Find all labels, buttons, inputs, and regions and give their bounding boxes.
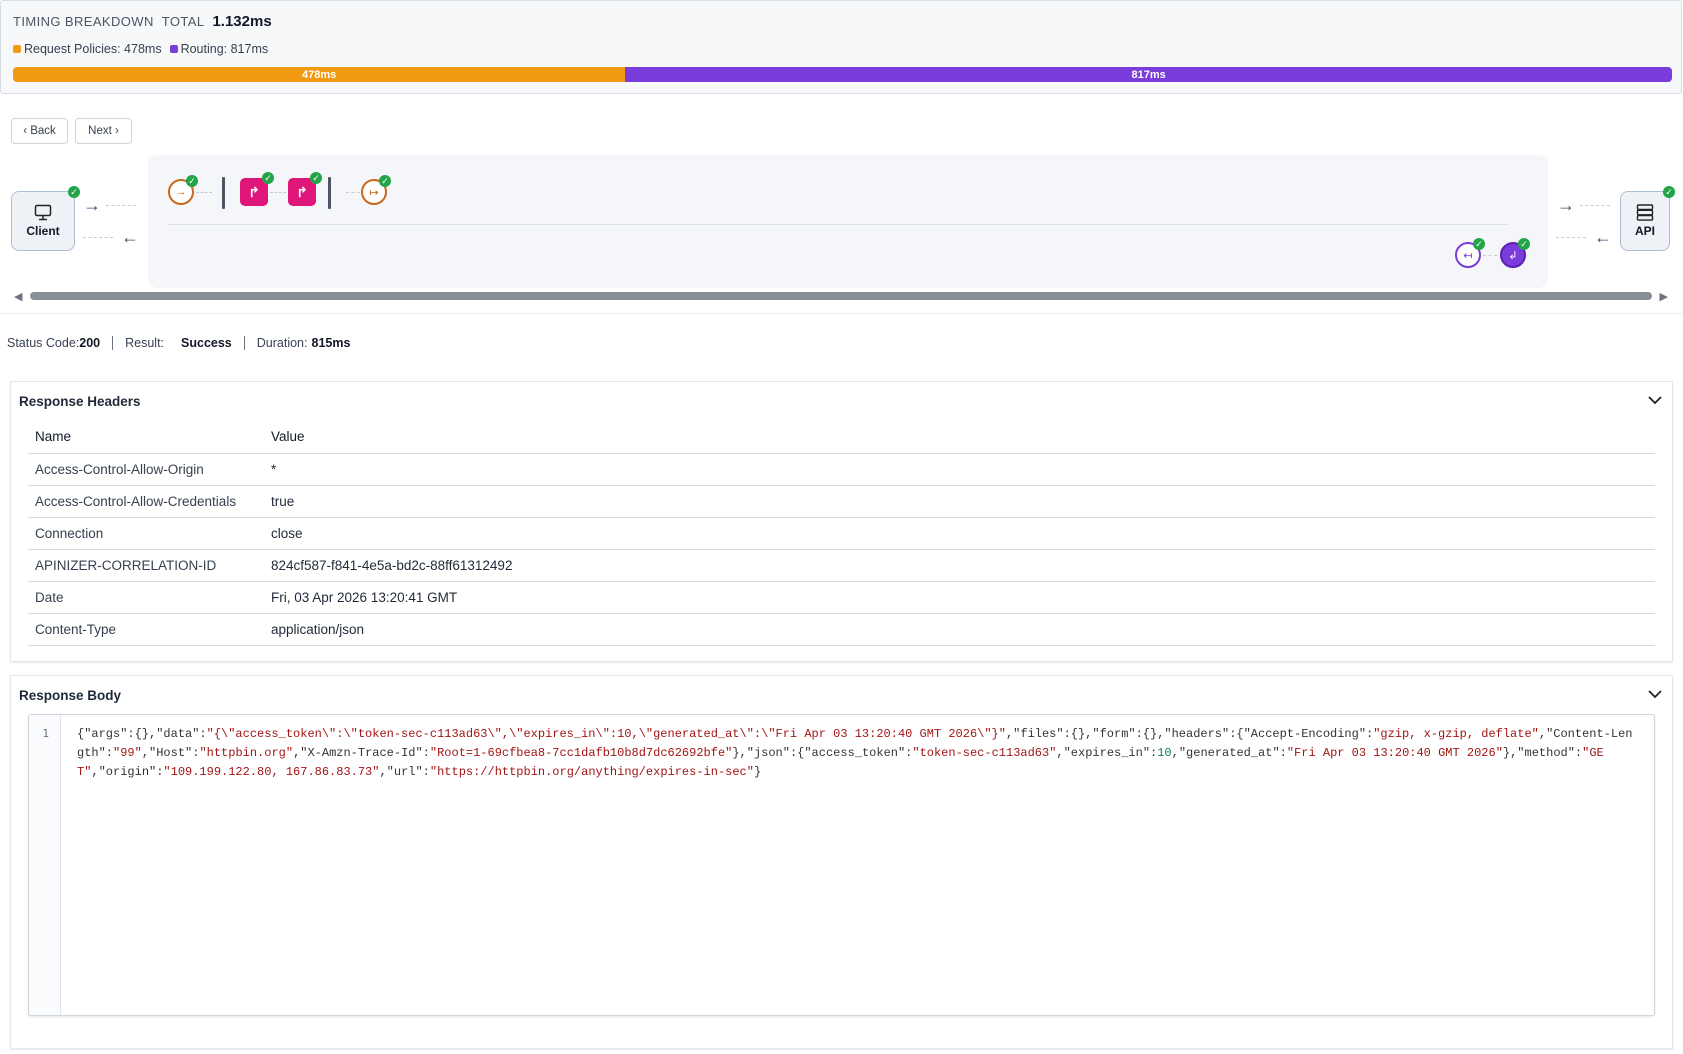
flow-separator xyxy=(222,177,225,209)
chevron-down-icon[interactable] xyxy=(1646,391,1664,409)
client-node[interactable]: Client ✓ xyxy=(11,186,80,251)
policy-response-icon[interactable]: ↤ ✓ xyxy=(1455,238,1485,268)
check-icon: ✓ xyxy=(379,175,391,187)
flow-connector xyxy=(270,192,286,193)
back-button[interactable]: ‹ Back xyxy=(11,118,68,144)
header-value: close xyxy=(264,517,1655,550)
response-body-code[interactable]: {"args":{},"data":"{\"access_token\":\"t… xyxy=(77,725,1637,782)
check-icon: ✓ xyxy=(1663,186,1675,198)
result-value: Success xyxy=(181,336,232,350)
chevron-down-icon[interactable] xyxy=(1646,685,1664,703)
divider xyxy=(243,336,245,350)
table-row: Access-Control-Allow-Origin * xyxy=(28,453,1655,486)
check-icon: ✓ xyxy=(262,172,274,184)
header-value: true xyxy=(264,485,1655,518)
arrow-left-icon: ← xyxy=(121,227,139,247)
timing-total-label: TOTAL xyxy=(161,14,205,29)
flow-connector xyxy=(1556,237,1586,238)
client-label: Client xyxy=(26,224,60,238)
flow-connector xyxy=(83,237,113,238)
legend-item-routing: Routing: 817ms xyxy=(169,42,269,56)
header-value: application/json xyxy=(264,613,1655,646)
result-label: Result: xyxy=(125,336,165,350)
scroll-left-icon[interactable]: ◀ xyxy=(14,290,22,303)
table-row: Connection close xyxy=(28,517,1655,550)
flow-separator xyxy=(328,177,331,209)
response-headers-card: Response Headers Name Value Access-Contr… xyxy=(10,381,1673,662)
duration-label: Duration: xyxy=(256,336,308,350)
check-icon: ✓ xyxy=(310,172,322,184)
header-name: Date xyxy=(28,581,264,614)
divider xyxy=(0,313,1683,314)
next-button[interactable]: Next › xyxy=(75,118,132,144)
scroll-thumb[interactable] xyxy=(30,292,1652,300)
check-icon: ✓ xyxy=(1518,238,1530,250)
response-headers-table: Name Value Access-Control-Allow-Origin * … xyxy=(28,421,1655,646)
check-icon: ✓ xyxy=(68,186,80,198)
legend-swatch xyxy=(169,45,178,53)
flow-divider xyxy=(168,224,1508,225)
table-row: Date Fri, 03 Apr 2026 13:20:41 GMT xyxy=(28,581,1655,614)
arrow-left-icon: ← xyxy=(1594,227,1612,247)
timing-legend: Request Policies: 478ms Routing: 817ms xyxy=(13,42,268,56)
column-header-name: Name xyxy=(28,421,264,454)
line-number: 1 xyxy=(42,727,49,740)
timing-title: TIMING BREAKDOWN xyxy=(13,14,154,29)
response-body-card: Response Body 1 {"args":{},"data":"{\"ac… xyxy=(10,675,1673,1049)
flow-connector xyxy=(196,192,212,193)
flow-canvas xyxy=(148,155,1548,288)
response-body-title: Response Body xyxy=(19,688,122,703)
response-headers-title: Response Headers xyxy=(19,394,141,409)
table-header-row: Name Value xyxy=(28,421,1655,454)
legend-label: Routing: 817ms xyxy=(180,42,269,56)
server-icon xyxy=(1636,204,1654,221)
flow-connector xyxy=(1483,255,1497,256)
editor-gutter: 1 xyxy=(29,715,61,1015)
header-name: Access-Control-Allow-Credentials xyxy=(28,485,264,518)
legend-swatch xyxy=(13,45,21,53)
policy-in-icon[interactable]: → ✓ xyxy=(168,175,198,205)
table-row: APINIZER-CORRELATION-ID 824cf587-f841-4e5… xyxy=(28,549,1655,582)
status-code-value: 200 xyxy=(79,336,101,350)
check-icon: ✓ xyxy=(186,175,198,187)
legend-item-request-policies: Request Policies: 478ms xyxy=(13,42,162,56)
response-body-editor[interactable]: 1 {"args":{},"data":"{\"access_token\":\… xyxy=(28,714,1655,1016)
monitor-icon xyxy=(34,204,52,221)
policy-out-icon[interactable]: ↦ ✓ xyxy=(361,175,391,205)
table-row: Access-Control-Allow-Credentials true xyxy=(28,485,1655,518)
status-code-label: Status Code: xyxy=(7,336,80,350)
arrow-right-icon: → xyxy=(1557,195,1575,215)
timing-segment-routing[interactable]: 817ms xyxy=(625,67,1672,82)
header-name: Access-Control-Allow-Origin xyxy=(28,453,264,486)
check-icon: ✓ xyxy=(1473,238,1485,250)
redirect-icon[interactable]: ↱ ✓ xyxy=(240,172,274,206)
redirect-icon[interactable]: ↱ ✓ xyxy=(288,172,322,206)
arrow-right-icon: → xyxy=(83,195,101,215)
flow-connector xyxy=(346,192,360,193)
flow-scrollbar[interactable]: ◀ ▶ xyxy=(14,289,1668,303)
timing-breakdown-panel: TIMING BREAKDOWN TOTAL 1.132ms Request P… xyxy=(0,0,1682,94)
api-node[interactable]: API ✓ xyxy=(1620,186,1675,251)
timing-total-value: 1.132ms xyxy=(212,13,272,30)
flow-connector xyxy=(1580,205,1610,206)
column-header-value: Value xyxy=(264,421,1655,454)
header-name: Content-Type xyxy=(28,613,264,646)
timing-header: TIMING BREAKDOWN TOTAL 1.132ms xyxy=(13,13,272,30)
header-name: APINIZER-CORRELATION-ID xyxy=(28,549,264,582)
header-value: Fri, 03 Apr 2026 13:20:41 GMT xyxy=(264,581,1655,614)
table-row: Content-Type application/json xyxy=(28,613,1655,646)
header-value: 824cf587-f841-4e5a-bd2c-88ff61312492 xyxy=(264,549,1655,582)
header-name: Connection xyxy=(28,517,264,550)
flow-connector xyxy=(106,205,136,206)
routing-node-icon[interactable]: ↲ ✓ xyxy=(1500,238,1530,268)
divider xyxy=(112,336,114,350)
timing-bar: 478ms 817ms xyxy=(13,67,1672,82)
api-label: API xyxy=(1634,224,1655,238)
duration-value: 815ms xyxy=(311,336,351,350)
header-value: * xyxy=(264,453,1655,486)
scroll-right-icon[interactable]: ▶ xyxy=(1660,290,1668,303)
timing-segment-request-policies[interactable]: 478ms xyxy=(13,67,626,82)
status-line: Status Code: 200 Result: Success Duratio… xyxy=(7,336,350,350)
legend-label: Request Policies: 478ms xyxy=(24,42,162,56)
